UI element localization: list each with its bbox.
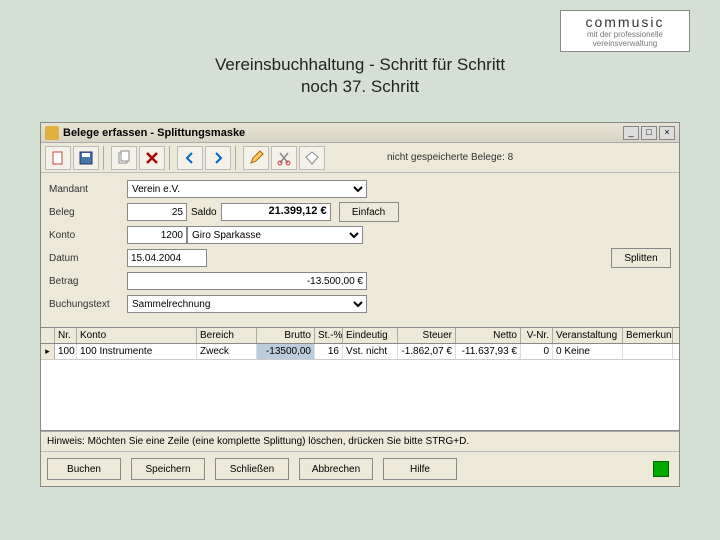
app-window: Belege erfassen - Splittungsmaske _ □ × … bbox=[40, 122, 680, 487]
minimize-button[interactable]: _ bbox=[623, 126, 639, 140]
betrag-label: Betrag bbox=[49, 276, 127, 287]
datum-label: Datum bbox=[49, 253, 127, 264]
logo-title: commusic bbox=[566, 14, 684, 30]
brutto-cell-selected[interactable]: -13500,00 bbox=[257, 344, 315, 359]
speichern-button[interactable]: Speichern bbox=[131, 458, 205, 480]
col-bereich[interactable]: Bereich bbox=[197, 328, 257, 343]
unsaved-status: nicht gespeicherte Belege: 8 bbox=[387, 152, 513, 163]
einfach-button[interactable]: Einfach bbox=[339, 202, 399, 222]
konto-label: Konto bbox=[49, 230, 127, 241]
row-marker-icon: ▸ bbox=[41, 344, 55, 359]
window-title: Belege erfassen - Splittungsmaske bbox=[63, 127, 623, 139]
new-icon[interactable] bbox=[45, 146, 71, 170]
delete-icon[interactable] bbox=[139, 146, 165, 170]
last-icon[interactable] bbox=[205, 146, 231, 170]
col-eindeutig[interactable]: Eindeutig bbox=[343, 328, 398, 343]
cut-icon[interactable] bbox=[271, 146, 297, 170]
col-vnr[interactable]: V-Nr. bbox=[521, 328, 553, 343]
konto-input[interactable] bbox=[127, 226, 187, 244]
tag-icon[interactable] bbox=[299, 146, 325, 170]
datum-input[interactable] bbox=[127, 249, 207, 267]
saldo-value: 21.399,12 € bbox=[221, 203, 331, 221]
maximize-button[interactable]: □ bbox=[641, 126, 657, 140]
col-netto[interactable]: Netto bbox=[456, 328, 521, 343]
split-grid: Nr. Konto Bereich Brutto St.-% Eindeutig… bbox=[41, 327, 679, 431]
brand-logo: commusic mit der professionelle vereinsv… bbox=[560, 10, 690, 52]
col-brutto[interactable]: Brutto bbox=[257, 328, 315, 343]
save-icon[interactable] bbox=[73, 146, 99, 170]
app-icon bbox=[45, 126, 59, 140]
toolbar: nicht gespeicherte Belege: 8 bbox=[41, 143, 679, 173]
mandant-label: Mandant bbox=[49, 184, 127, 195]
buchungstext-label: Buchungstext bbox=[49, 299, 127, 310]
beleg-input[interactable] bbox=[127, 203, 187, 221]
hilfe-button[interactable]: Hilfe bbox=[383, 458, 457, 480]
table-row[interactable]: ▸ 100 100 Instrumente Zweck -13500,00 16… bbox=[41, 344, 679, 360]
page-subtitle: noch 37. Schritt bbox=[0, 77, 720, 97]
status-led-icon bbox=[653, 461, 669, 477]
betrag-input[interactable] bbox=[127, 272, 367, 290]
logo-sub2: vereinsverwaltung bbox=[566, 39, 684, 48]
buchen-button[interactable]: Buchen bbox=[47, 458, 121, 480]
col-bemerkung[interactable]: Bemerkung bbox=[623, 328, 673, 343]
logo-sub1: mit der professionelle bbox=[566, 30, 684, 39]
abbrechen-button[interactable]: Abbrechen bbox=[299, 458, 373, 480]
first-icon[interactable] bbox=[177, 146, 203, 170]
col-steuer[interactable]: Steuer bbox=[398, 328, 456, 343]
konto-name-select[interactable]: Giro Sparkasse bbox=[187, 226, 363, 244]
col-nr[interactable]: Nr. bbox=[55, 328, 77, 343]
col-konto[interactable]: Konto bbox=[77, 328, 197, 343]
form-area: Mandant Verein e.V. Beleg Saldo 21.399,1… bbox=[41, 173, 679, 323]
grid-empty-area[interactable] bbox=[41, 360, 679, 430]
edit-icon[interactable] bbox=[243, 146, 269, 170]
col-st[interactable]: St.-% bbox=[315, 328, 343, 343]
close-button[interactable]: × bbox=[659, 126, 675, 140]
beleg-label: Beleg bbox=[49, 207, 127, 218]
titlebar: Belege erfassen - Splittungsmaske _ □ × bbox=[41, 123, 679, 143]
splitten-button[interactable]: Splitten bbox=[611, 248, 671, 268]
hint-text: Hinweis: Möchten Sie eine Zeile (eine ko… bbox=[41, 431, 679, 451]
footer-bar: Buchen Speichern Schließen Abbrechen Hil… bbox=[41, 451, 679, 486]
col-veranstaltung[interactable]: Veranstaltung bbox=[553, 328, 623, 343]
buchungstext-select[interactable]: Sammelrechnung bbox=[127, 295, 367, 313]
copy-icon[interactable] bbox=[111, 146, 137, 170]
saldo-label: Saldo bbox=[191, 207, 217, 218]
mandant-select[interactable]: Verein e.V. bbox=[127, 180, 367, 198]
grid-header: Nr. Konto Bereich Brutto St.-% Eindeutig… bbox=[41, 328, 679, 344]
schliessen-button[interactable]: Schließen bbox=[215, 458, 289, 480]
